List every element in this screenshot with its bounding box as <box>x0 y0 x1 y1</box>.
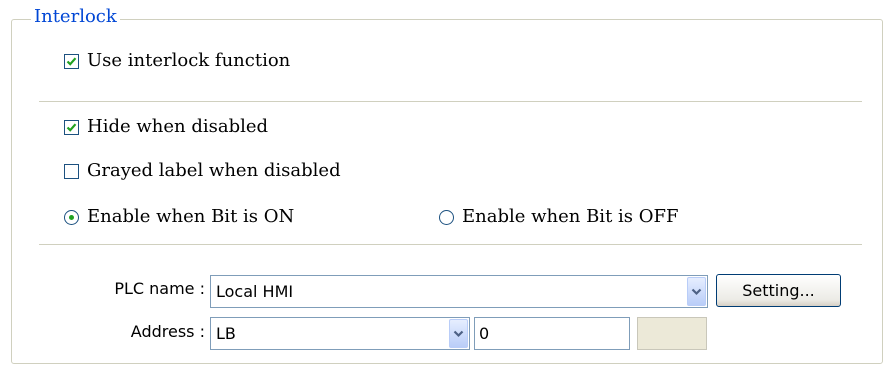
use-interlock-label: Use interlock function <box>87 50 291 71</box>
hide-when-disabled-label: Hide when disabled <box>87 116 269 137</box>
address-value-input[interactable]: 0 <box>474 317 630 350</box>
enable-on-radio[interactable] <box>64 209 79 225</box>
address-device-dropdown[interactable]: LB <box>210 317 470 350</box>
address-device-value: LB <box>216 324 236 343</box>
plc-name-dropdown[interactable]: Local HMI <box>210 275 708 308</box>
address-device-dropdown-button[interactable] <box>449 319 468 348</box>
hide-when-disabled-row[interactable]: Hide when disabled <box>64 116 268 138</box>
check-mark-icon <box>66 56 77 66</box>
separator-top <box>39 101 862 102</box>
chevron-down-icon <box>453 330 464 337</box>
address-extra-field <box>637 317 707 350</box>
plc-name-dropdown-button[interactable] <box>687 277 706 306</box>
plc-name-label: PLC name : <box>114 279 205 298</box>
enable-on-radio-row[interactable]: Enable when Bit is ON <box>64 206 294 228</box>
setting-button[interactable]: Setting... <box>716 274 841 307</box>
use-interlock-checkbox-row[interactable]: Use interlock function <box>64 50 290 72</box>
grayed-label-checkbox[interactable] <box>64 163 79 179</box>
enable-off-radio-row[interactable]: Enable when Bit is OFF <box>439 206 678 228</box>
grayed-label-row[interactable]: Grayed label when disabled <box>64 160 341 182</box>
separator-bottom <box>39 244 862 245</box>
check-mark-icon <box>66 122 77 132</box>
groupbox-title: Interlock <box>31 6 120 28</box>
address-label: Address : <box>130 322 205 341</box>
address-value: 0 <box>479 324 490 343</box>
plc-name-value: Local HMI <box>216 282 294 301</box>
enable-off-radio[interactable] <box>439 209 454 225</box>
enable-off-label: Enable when Bit is OFF <box>462 206 679 227</box>
grayed-label-label: Grayed label when disabled <box>87 160 341 181</box>
chevron-down-icon <box>691 288 702 295</box>
hide-when-disabled-checkbox[interactable] <box>64 119 79 135</box>
enable-on-label: Enable when Bit is ON <box>87 206 295 227</box>
use-interlock-checkbox[interactable] <box>64 53 79 69</box>
radio-dot-icon <box>69 214 74 220</box>
